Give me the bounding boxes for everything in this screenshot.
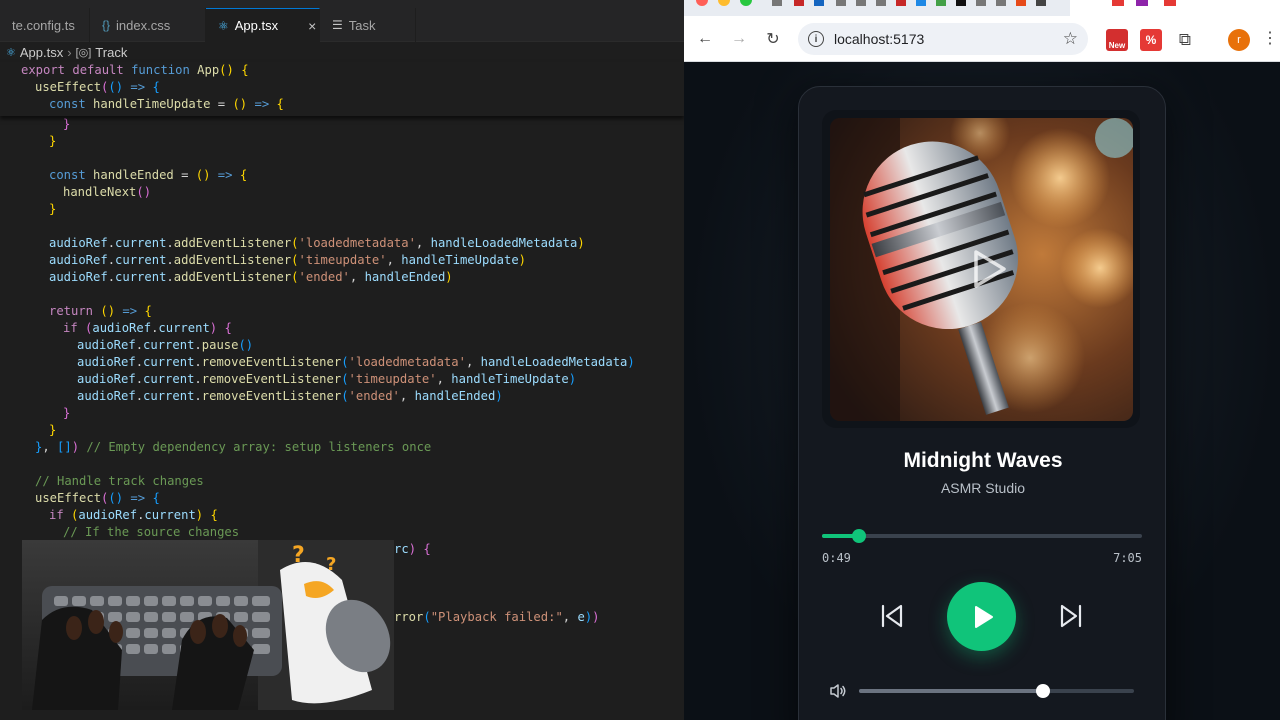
tab-index-css[interactable]: {} index.css [90,8,206,42]
chevron-right-icon: › [67,44,72,60]
album-art-frame [822,110,1140,428]
current-time: 0:49 [822,551,851,565]
tab-task[interactable]: ☰ Task [320,8,416,42]
volume-slider[interactable] [859,684,1134,698]
sticky-scroll-header: export default function App() { useEffec… [0,62,684,116]
css-braces-icon: {} [102,18,111,32]
previous-track-button[interactable] [876,600,908,632]
tab-vite-config[interactable]: te.config.ts [0,8,90,42]
code-line: useEffect(() => { [35,491,160,505]
code-line: rc) { [394,542,431,556]
volume-icon[interactable] [828,681,848,701]
extensions-puzzle-icon[interactable]: ⧉ [1174,29,1196,51]
next-track-button[interactable] [1055,600,1087,632]
volume-fill [859,689,1044,693]
code-line: } [63,117,71,131]
code-editor: te.config.ts {} index.css ⚛ App.tsx × ☰ … [0,0,684,720]
bookmark-star-icon[interactable]: ☆ [1063,29,1078,49]
task-list-icon: ☰ [332,18,343,32]
play-icon [974,605,993,628]
code-line: // Handle track changes [35,474,204,488]
code-line: rror("Playback failed:", e)) [394,610,600,624]
webcam-overlay: ? ? [22,540,394,710]
back-arrow-icon[interactable]: ← [694,28,716,50]
react-icon: ⚛ [218,18,229,33]
url-text[interactable]: localhost:5173 [834,31,924,47]
address-bar[interactable]: i localhost:5173 ☆ [798,23,1088,55]
code-line: } [49,423,57,437]
profile-initial: r [1237,34,1241,46]
code-line: const handleTimeUpdate = () => { [49,97,284,111]
breadcrumb: ⚛ App.tsx › [◎] Track [0,42,684,62]
code-line: audioRef.current.addEventListener('timeu… [49,253,527,267]
breadcrumb-file[interactable]: App.tsx [20,45,63,60]
reload-icon[interactable]: ↻ [762,28,784,50]
code-line: audioRef.current.pause() [77,338,254,352]
code-line: }, []) // Empty dependency array: setup … [35,440,432,454]
tab-label: Task [348,17,376,33]
react-icon: ⚛ [6,46,16,59]
code-line: export default function App() { [21,63,249,77]
tab-label: te.config.ts [12,17,75,33]
code-line: audioRef.current.removeEventListener('en… [77,389,503,403]
page-viewport: Midnight Waves ASMR Studio 0:49 7:05 [684,62,1280,720]
play-overlay-icon[interactable] [962,244,1012,294]
browser-tab-strip[interactable] [684,0,1280,16]
code-line: } [49,202,57,216]
symbol-icon: [◎] [75,46,92,59]
editor-tab-bar: te.config.ts {} index.css ⚛ App.tsx × ☰ … [0,0,684,42]
browser-toolbar: ← → ↻ i localhost:5173 ☆ New % ⧉ r ⋮ [684,16,1280,62]
code-line: } [63,406,71,420]
code-line: // If the source changes [63,525,240,539]
code-line: audioRef.current.removeEventListener('ti… [77,372,577,386]
tab-label: App.tsx [234,18,279,33]
breadcrumb-symbol[interactable]: Track [95,45,127,60]
code-line: if (audioRef.current) { [63,321,232,335]
code-line: } [49,134,57,148]
translate-extension-icon[interactable]: % [1140,29,1162,51]
kebab-menu-icon[interactable]: ⋮ [1262,28,1278,48]
code-line: return () => { [49,304,152,318]
code-line: audioRef.current.addEventListener('ended… [49,270,453,284]
skip-forward-icon [1060,604,1082,628]
code-line: handleNext() [63,185,152,199]
track-title: Midnight Waves [903,449,1063,472]
browser-window: ← → ↻ i localhost:5173 ☆ New % ⧉ r ⋮ Mid… [684,0,1280,720]
code-line: audioRef.current.removeEventListener('lo… [77,355,635,369]
tab-label: index.css [116,17,171,33]
extension-badge-label: New [1108,41,1126,50]
code-line: useEffect(() => { [35,80,160,94]
music-player-card: Midnight Waves ASMR Studio 0:49 7:05 [798,86,1166,720]
duration-time: 7:05 [1113,551,1142,565]
progress-slider[interactable] [822,529,1142,543]
webcam-video: ? ? [22,540,394,710]
code-line: if (audioRef.current) { [49,508,218,522]
progress-handle[interactable] [851,529,866,543]
svg-text:?: ? [326,554,336,575]
tab-favicons [696,0,1280,16]
tab-app-tsx[interactable]: ⚛ App.tsx × [206,8,320,42]
close-icon[interactable]: × [308,18,316,34]
forward-arrow-icon[interactable]: → [728,28,750,50]
track-artist: ASMR Studio [940,480,1026,496]
svg-text:?: ? [292,543,305,568]
volume-handle[interactable] [1036,684,1051,698]
play-button[interactable] [947,582,1016,651]
album-art[interactable] [830,118,1133,421]
extension-new-icon[interactable]: New [1106,29,1128,51]
profile-avatar[interactable]: r [1228,29,1250,51]
skip-back-icon [881,604,903,628]
code-line: const handleEnded = () => { [49,168,248,182]
code-line: audioRef.current.addEventListener('loade… [49,236,585,250]
site-info-icon[interactable]: i [808,31,824,47]
